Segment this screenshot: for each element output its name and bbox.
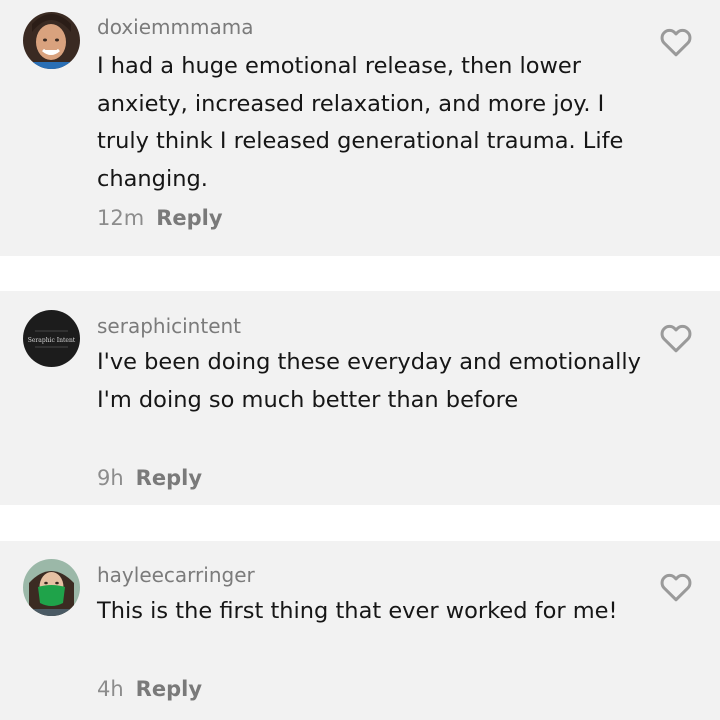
heart-outline-icon[interactable] xyxy=(658,320,694,356)
comment-meta: 9h Reply xyxy=(97,466,202,490)
comment-timestamp: 12m xyxy=(97,206,145,230)
comment-text: I've been doing these everyday and emoti… xyxy=(97,349,641,413)
comment-timestamp: 4h xyxy=(97,677,124,701)
user-avatar[interactable] xyxy=(23,559,80,616)
comment-meta: 4h Reply xyxy=(97,677,202,701)
comment-meta: 12m Reply xyxy=(97,206,223,230)
heart-outline-icon[interactable] xyxy=(658,24,694,60)
user-avatar[interactable] xyxy=(23,12,80,69)
comment-item: Seraphic Intent seraphicintent I've been… xyxy=(0,291,720,505)
comment-username[interactable]: doxiemmmama xyxy=(97,15,253,39)
comment-username[interactable]: seraphicintent xyxy=(97,314,241,338)
comment-text: I had a huge emotional release, then low… xyxy=(97,53,624,192)
comment-timestamp: 9h xyxy=(97,466,124,490)
reply-button[interactable]: Reply xyxy=(136,677,202,701)
reply-button[interactable]: Reply xyxy=(136,466,202,490)
comment-text: This is the first thing that ever worked… xyxy=(97,598,618,624)
user-avatar[interactable]: Seraphic Intent xyxy=(23,310,80,367)
avatar-logo-text: Seraphic Intent xyxy=(28,337,76,344)
comment-item: doxiemmmama I had a huge emotional relea… xyxy=(0,0,720,256)
comment-item: hayleecarringer This is the first thing … xyxy=(0,541,720,720)
heart-outline-icon[interactable] xyxy=(658,569,694,605)
comment-username[interactable]: hayleecarringer xyxy=(97,563,255,587)
reply-button[interactable]: Reply xyxy=(156,206,222,230)
